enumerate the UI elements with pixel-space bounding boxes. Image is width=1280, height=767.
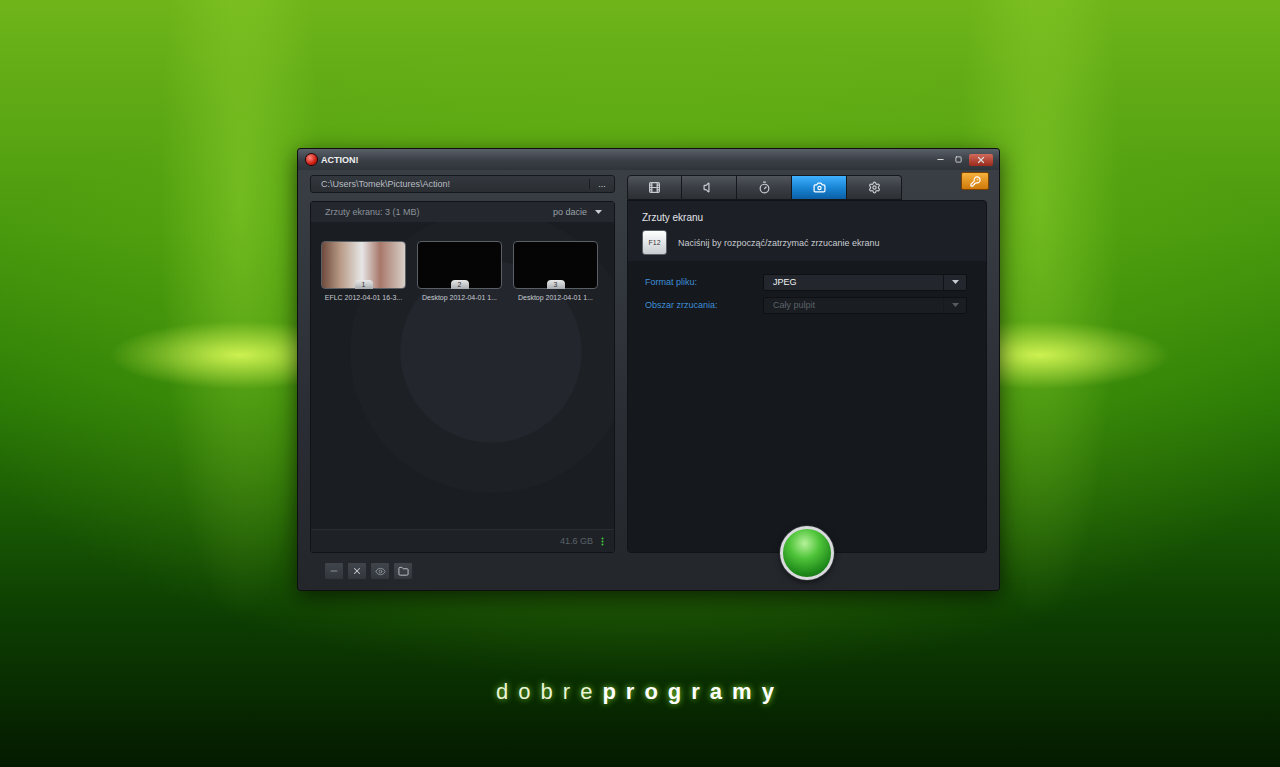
- setting-label: Format pliku:: [645, 277, 763, 287]
- app-window: ACTION! C:\Users\Tomek\Pictures\Action!..…: [297, 148, 1000, 591]
- preview-button[interactable]: [370, 562, 390, 580]
- gallery-panel: Zrzuty ekranu: 3 (1 MB) po dacie 1 EFLC 201…: [310, 201, 615, 553]
- screenshot-icon: [813, 181, 826, 194]
- license-button[interactable]: [961, 172, 989, 190]
- record-button[interactable]: [780, 526, 834, 580]
- key-icon: [970, 176, 981, 187]
- logo-bold-text: programy: [602, 679, 783, 704]
- sort-value: po dacie: [553, 207, 587, 217]
- hotkey-hint: Naciśnij by rozpocząć/zatrzymać zrzucani…: [678, 238, 880, 248]
- setting-label: Obszar zrzucania:: [645, 300, 763, 310]
- thumbnail-grid: 1 EFLC 2012-04-01 16-3... 2 Desktop 2012-04…: [311, 222, 614, 529]
- timer-icon: [758, 181, 771, 194]
- window-body: C:\Users\Tomek\Pictures\Action!... Zrzuty…: [298, 170, 999, 590]
- disk-meter-icon: [601, 537, 604, 546]
- panel-title: Zrzuty ekranu: [642, 212, 970, 223]
- close-icon: [976, 155, 986, 165]
- tab-row: [627, 175, 987, 200]
- dropdown-value: Cały pulpit: [764, 300, 943, 310]
- dropdown-arrow-icon: [952, 280, 959, 284]
- app-logo-icon: [306, 154, 317, 165]
- x-icon: [352, 566, 362, 576]
- close-button[interactable]: [969, 154, 993, 166]
- thumbnail-item[interactable]: 3 Desktop 2012-04-01 1...: [513, 241, 598, 301]
- gallery-footer: 41.6 GB: [311, 529, 614, 552]
- dropdown-arrow-icon: [595, 210, 602, 214]
- tab[interactable]: [847, 175, 902, 200]
- settings-area: Format pliku:JPEG Obszar zrzucania:Cały p…: [628, 261, 986, 552]
- video-icon: [648, 181, 661, 194]
- folder-icon: [398, 566, 409, 577]
- path-field[interactable]: C:\Users\Tomek\Pictures\Action!...: [310, 175, 615, 193]
- tab[interactable]: [792, 175, 847, 200]
- settings-icon: [868, 181, 881, 194]
- audio-icon: [703, 181, 716, 194]
- thumbnail-item[interactable]: 1 EFLC 2012-04-01 16-3...: [321, 241, 406, 301]
- open-folder-button[interactable]: [393, 562, 413, 580]
- delete-button[interactable]: [347, 562, 367, 580]
- dropdown-value: JPEG: [764, 277, 943, 287]
- gallery-header: Zrzuty ekranu: 3 (1 MB) po dacie: [311, 202, 614, 222]
- logo-light-text: dobre: [496, 679, 602, 704]
- dropdown-toggle: [943, 275, 966, 290]
- setting-row: Format pliku:JPEG: [645, 273, 967, 291]
- left-column: C:\Users\Tomek\Pictures\Action!... Zrzuty…: [310, 175, 615, 580]
- right-column: Zrzuty ekranu F12 Naciśnij by rozpocząć/za…: [627, 175, 987, 580]
- thumbnail-label: Desktop 2012-04-01 1...: [422, 294, 497, 301]
- thumbnail-number: 2: [451, 280, 469, 289]
- hotkey-key[interactable]: F12: [642, 230, 667, 255]
- thumbnail-label: EFLC 2012-04-01 16-3...: [325, 294, 402, 301]
- gallery-count: Zrzuty ekranu: 3 (1 MB): [325, 207, 420, 217]
- panel-header: Zrzuty ekranu F12 Naciśnij by rozpocząć/za…: [628, 201, 986, 261]
- setting-dropdown: Cały pulpit: [763, 297, 967, 314]
- thumbnail-label: Desktop 2012-04-01 1...: [518, 294, 593, 301]
- thumbnail-item[interactable]: 2 Desktop 2012-04-01 1...: [417, 241, 502, 301]
- tab[interactable]: [627, 175, 682, 200]
- minus-icon: [329, 566, 339, 576]
- thumbnail-image[interactable]: 3: [513, 241, 598, 289]
- path-text[interactable]: C:\Users\Tomek\Pictures\Action!: [311, 179, 589, 189]
- sort-dropdown[interactable]: po dacie: [553, 207, 602, 217]
- thumbnail-image[interactable]: 2: [417, 241, 502, 289]
- tab[interactable]: [737, 175, 792, 200]
- desktop: ACTION! C:\Users\Tomek\Pictures\Action!..…: [0, 0, 1280, 767]
- tab-bar: [627, 175, 902, 200]
- title-bar[interactable]: ACTION!: [298, 149, 999, 170]
- site-logo: dobreprogramy: [496, 677, 784, 707]
- thumbnail-image[interactable]: 1: [321, 241, 406, 289]
- setting-dropdown[interactable]: JPEG: [763, 274, 967, 291]
- remove-button[interactable]: [324, 562, 344, 580]
- browse-button[interactable]: ...: [589, 179, 614, 189]
- settings-panel: Zrzuty ekranu F12 Naciśnij by rozpocząć/za…: [627, 200, 987, 553]
- maximize-icon: [955, 156, 962, 163]
- disk-space: 41.6 GB: [560, 536, 593, 546]
- gallery-toolbar: [310, 562, 615, 580]
- setting-row: Obszar zrzucania:Cały pulpit: [645, 296, 967, 314]
- eye-icon: [375, 566, 386, 577]
- thumbnail-number: 3: [547, 280, 565, 289]
- dropdown-toggle: [943, 298, 966, 313]
- dropdown-arrow-icon: [952, 303, 959, 307]
- thumbnail-number: 1: [355, 280, 373, 289]
- minimize-button[interactable]: [933, 154, 947, 166]
- hotkey-row: F12 Naciśnij by rozpocząć/zatrzymać zrzuc…: [642, 230, 970, 255]
- window-title: ACTION!: [321, 155, 359, 165]
- tab[interactable]: [682, 175, 737, 200]
- minimize-icon: [936, 155, 945, 164]
- maximize-button[interactable]: [951, 154, 965, 166]
